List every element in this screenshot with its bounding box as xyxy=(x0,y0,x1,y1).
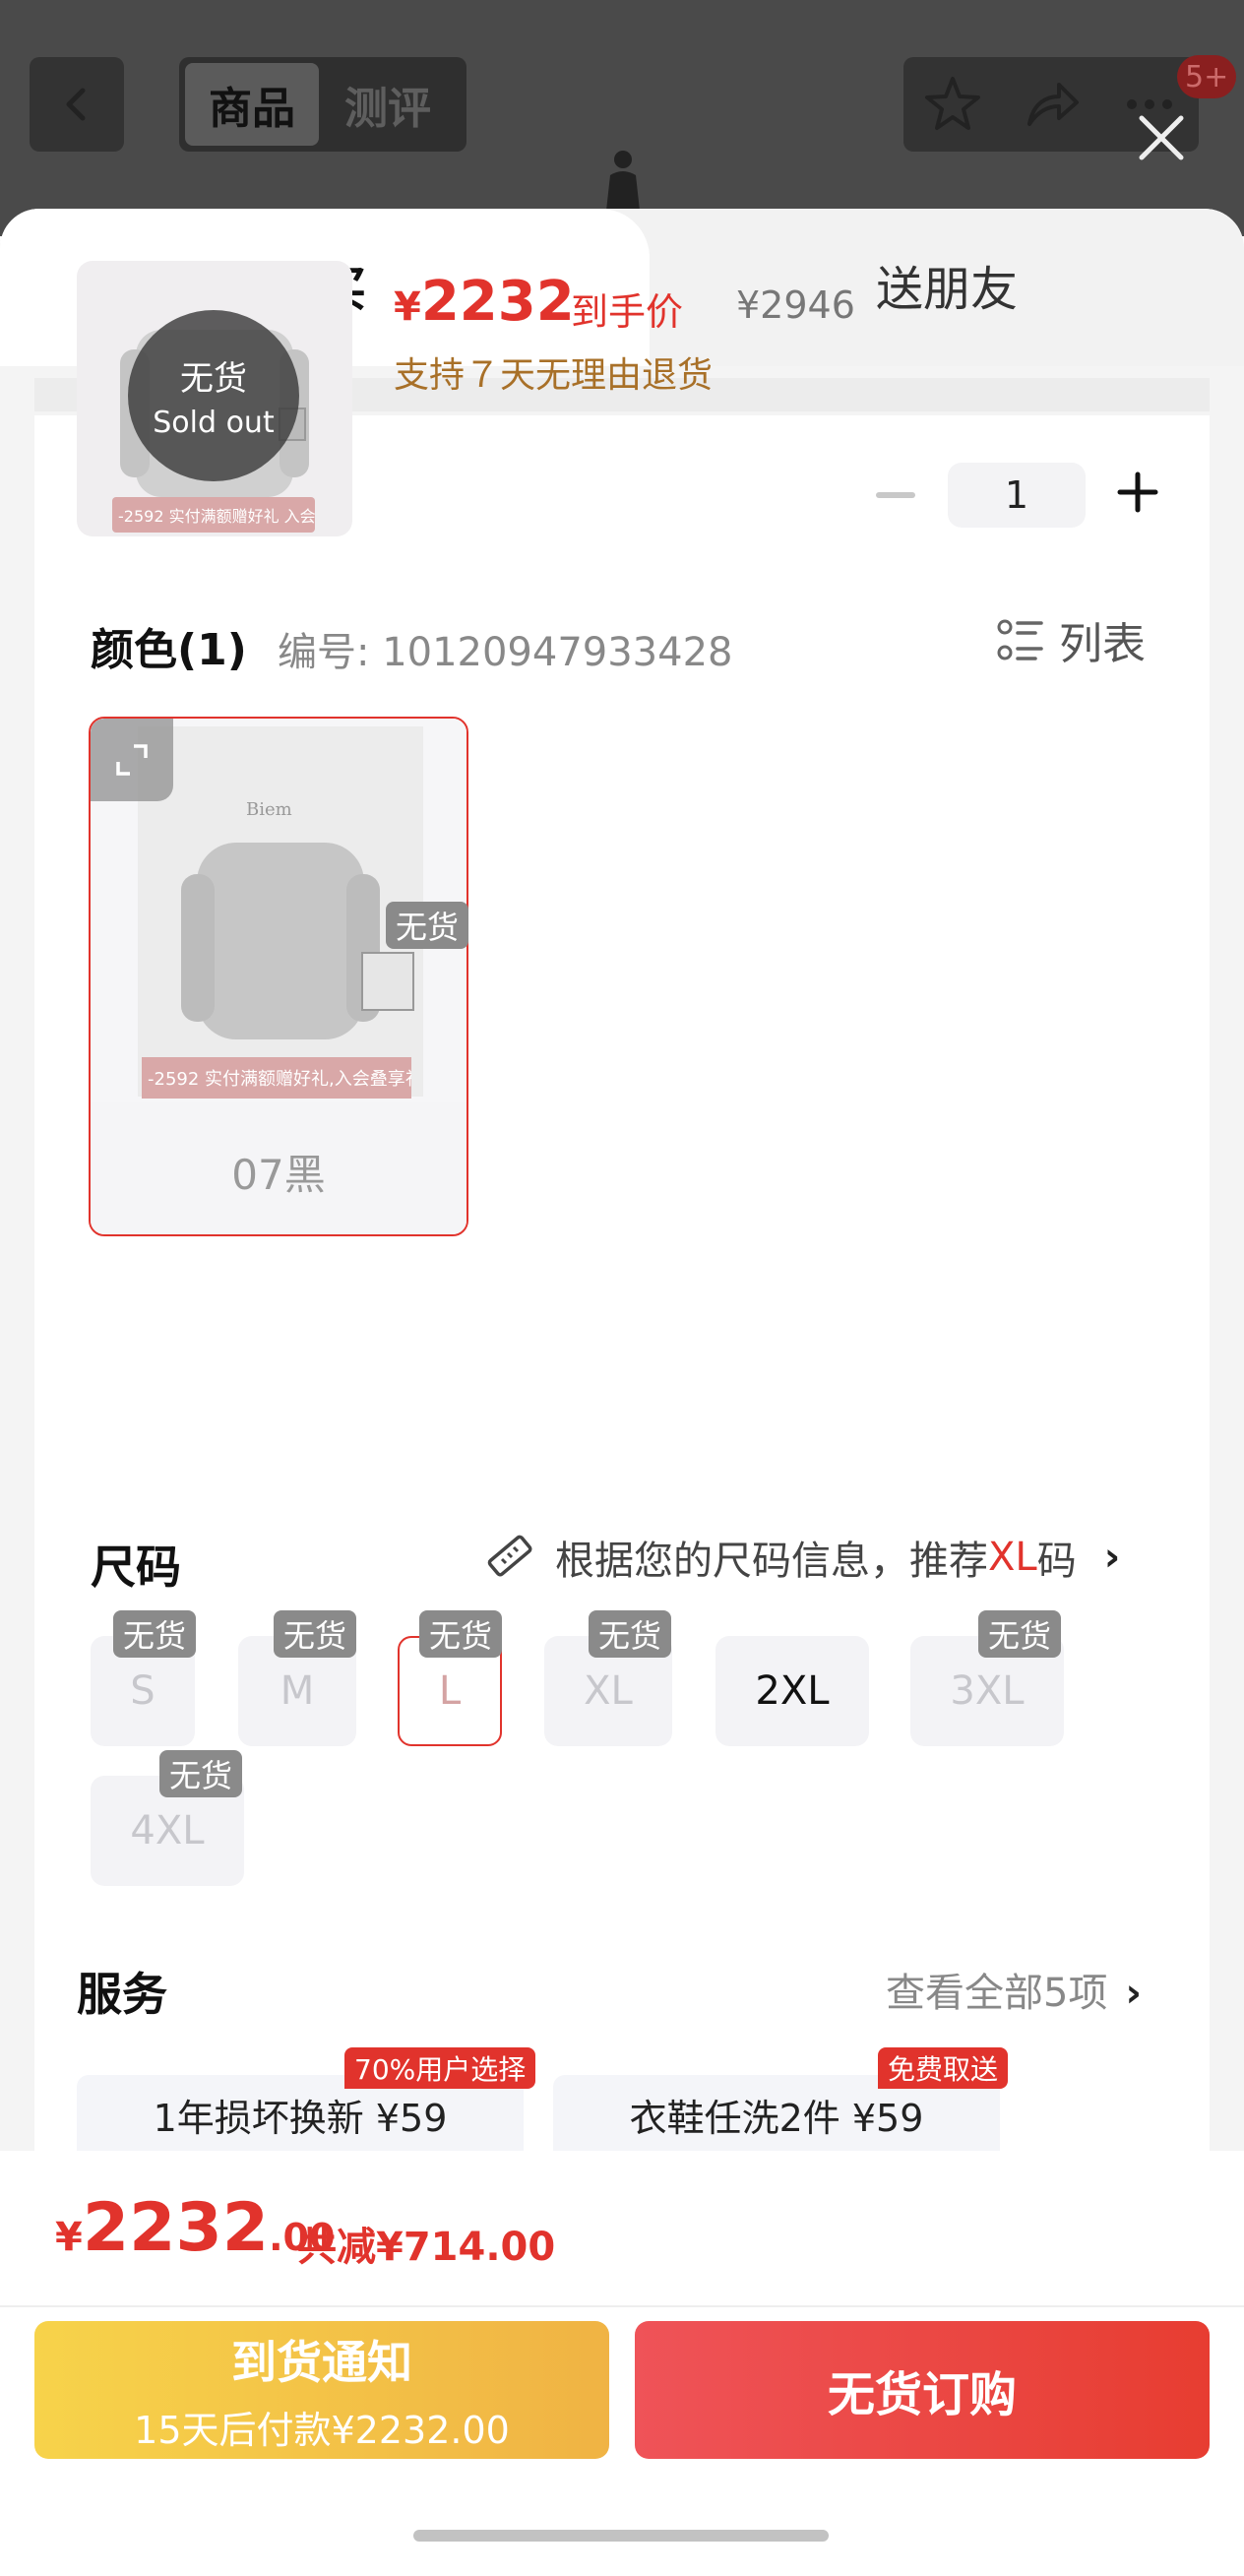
quantity-input[interactable]: 1 xyxy=(948,463,1086,528)
chevron-left-icon xyxy=(66,88,86,121)
chevron-right-icon: › xyxy=(1125,1971,1142,2016)
size-rec-prefix: 根据您的尺码信息，推荐 xyxy=(555,1539,988,1584)
service-tag: 70%用户选择 xyxy=(344,2047,536,2089)
notification-badge: 5+ xyxy=(1177,55,1237,98)
header-segment: 商品 测评 xyxy=(179,57,466,152)
size-oos-badge: 无货 xyxy=(419,1610,503,1658)
list-toggle-label: 列表 xyxy=(1059,619,1146,669)
size-oos-badge: 无货 xyxy=(274,1610,357,1658)
backorder-button[interactable]: 无货订购 xyxy=(635,2321,1210,2459)
notify-label: 到货通知 xyxy=(231,2335,412,2389)
ruler-icon xyxy=(487,1535,532,1577)
size-oos-badge: 无货 xyxy=(159,1750,243,1797)
size-recommendation[interactable]: 根据您的尺码信息，推荐 XL 码 › xyxy=(484,1530,1120,1585)
size-option-2xl[interactable]: 2XL xyxy=(715,1636,869,1746)
options-card xyxy=(34,415,1210,2359)
svg-text:Biem: Biem xyxy=(246,799,292,820)
back-button[interactable] xyxy=(30,57,124,152)
brand-figure-icon xyxy=(606,151,640,211)
restock-notify-button[interactable]: 到货通知 15天后付款¥2232.00 xyxy=(34,2321,609,2459)
current-price: ¥2232 xyxy=(394,270,575,334)
close-icon[interactable] xyxy=(1132,108,1191,167)
list-icon xyxy=(997,619,1043,660)
sold-out-cn: 无货 xyxy=(180,359,247,399)
jacket-image: Biem xyxy=(181,799,414,1039)
service-section-title: 服务 xyxy=(77,1968,167,2021)
expand-icon xyxy=(116,744,148,776)
size-rec-size: XL xyxy=(988,1535,1037,1580)
star-icon[interactable] xyxy=(921,73,984,136)
total-discount: 共减¥714.00 xyxy=(297,2225,556,2270)
total-price: ¥2232.00 xyxy=(55,2189,336,2267)
color-option-07-black[interactable]: Biem -2592 实付满额赠好礼,入会叠享礼券 07黑 xyxy=(89,717,468,1236)
home-indicator[interactable] xyxy=(413,2530,829,2542)
page-header: 商品 测评 5+ xyxy=(0,0,1244,236)
tab-review[interactable]: 测评 xyxy=(319,63,457,146)
return-policy: 支持７天无理由退货 xyxy=(394,355,714,396)
price-label: 到手价 xyxy=(571,290,684,334)
list-view-toggle[interactable]: 列表 xyxy=(996,612,1146,669)
product-thumbnail[interactable]: 无货 Sold out -2592 实付满额赠好礼 入会叠享礼券 xyxy=(77,261,352,536)
tab-product[interactable]: 商品 xyxy=(185,63,319,146)
color-oos-badge: 无货 xyxy=(386,902,469,949)
product-code: 编号: 10120947933428 xyxy=(278,630,733,675)
color-section-title: 颜色(1) xyxy=(91,625,247,675)
sold-out-en: Sold out xyxy=(153,406,275,440)
color-option-name: 07黑 xyxy=(231,1151,326,1199)
view-all-services-link[interactable]: 查看全部5项 › xyxy=(886,1961,1142,2018)
quantity-decrease-button[interactable] xyxy=(876,492,915,498)
expand-image-button[interactable] xyxy=(91,719,173,801)
size-oos-badge: 无货 xyxy=(589,1610,672,1658)
size-rec-suffix: 码 xyxy=(1036,1539,1077,1584)
sold-out-overlay: 无货 Sold out xyxy=(128,310,299,481)
divider xyxy=(0,2305,1244,2307)
notify-sublabel: 15天后付款¥2232.00 xyxy=(134,2408,510,2452)
share-icon[interactable] xyxy=(1020,73,1083,136)
tab-gift-friend[interactable]: 送朋友 xyxy=(876,250,1018,319)
thumbnail-promo: -2592 实付满额赠好礼 入会叠享礼券 xyxy=(112,497,315,533)
quantity-increase-button[interactable] xyxy=(1116,471,1159,514)
color-option-promo: -2592 实付满额赠好礼,入会叠享礼券 xyxy=(142,1057,411,1099)
chevron-right-icon: › xyxy=(1103,1535,1121,1580)
size-oos-badge: 无货 xyxy=(113,1610,197,1658)
original-price: ¥2946 xyxy=(736,283,855,327)
size-section-title: 尺码 xyxy=(91,1540,181,1594)
size-oos-badge: 无货 xyxy=(978,1610,1062,1658)
service-tag: 免费取送 xyxy=(878,2047,1009,2089)
